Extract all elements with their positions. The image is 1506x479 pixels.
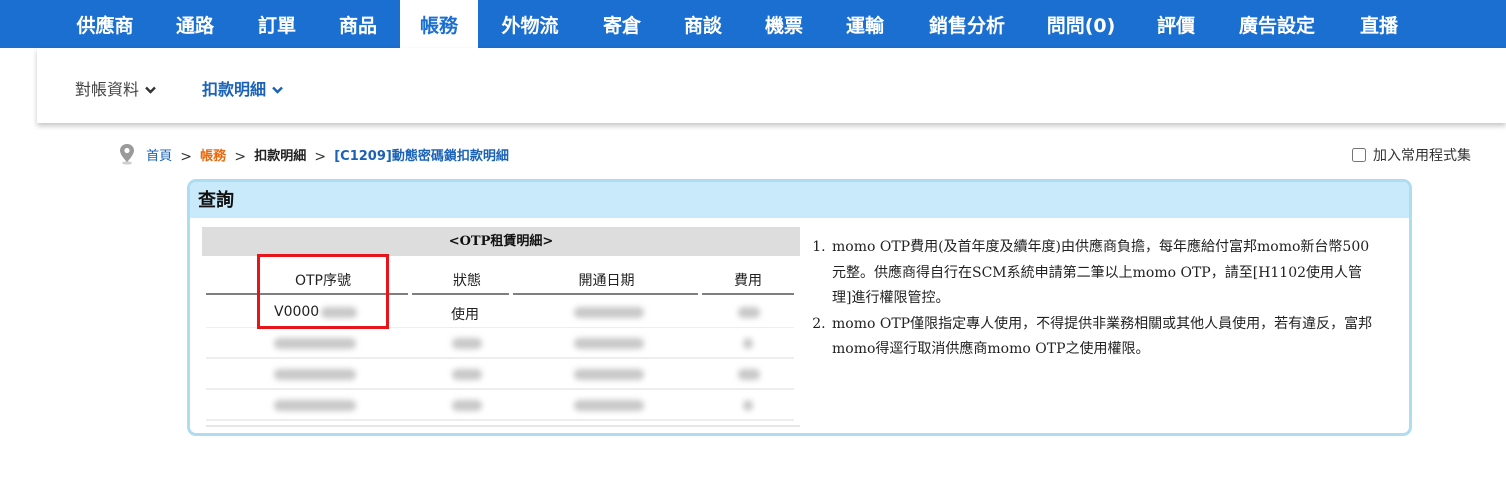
nav-item-reviews[interactable]: 評價 <box>1142 0 1210 48</box>
query-panel: 查詢 <OTP租賃明細> OTP序號 狀態 開通日期 費用 V0000 使用 1… <box>187 179 1412 436</box>
nav-item-logistics[interactable]: 外物流 <box>490 0 570 48</box>
otp-date-cell <box>574 304 644 320</box>
breadcrumb-home[interactable]: 首頁 <box>146 145 172 164</box>
note-item: momo OTP費用(及首年度及續年度)由供應商負擔，每年應給付富邦momo新台… <box>830 235 1374 312</box>
breadcrumb-separator: > <box>180 149 193 165</box>
favorite-label: 加入常用程式集 <box>1373 148 1471 164</box>
nav-item-sales-analysis[interactable]: 銷售分析 <box>914 0 1020 48</box>
nav-item-orders[interactable]: 訂單 <box>243 0 311 48</box>
otp-serial: V0000 <box>274 304 320 320</box>
nav-item-accounting[interactable]: 帳務 <box>400 0 478 48</box>
breadcrumb-separator: > <box>314 149 327 165</box>
redacted-value <box>574 306 644 318</box>
nav-item-supplier[interactable]: 供應商 <box>62 0 148 48</box>
otp-fee-cell <box>738 304 760 320</box>
otp-table: <OTP租賃明細> OTP序號 狀態 開通日期 費用 V0000 使用 <box>202 227 800 427</box>
nav-item-ad-settings[interactable]: 廣告設定 <box>1224 0 1330 48</box>
nav-item-tickets[interactable]: 機票 <box>750 0 818 48</box>
top-nav: 供應商 通路 訂單 商品 帳務 外物流 寄倉 商談 機票 運輸 銷售分析 問問(… <box>0 0 1506 48</box>
nav-item-transport[interactable]: 運輸 <box>831 0 899 48</box>
add-favorite[interactable]: 加入常用程式集 <box>1352 145 1471 165</box>
redacted-value <box>738 306 760 318</box>
nav-item-warehouse[interactable]: 寄倉 <box>588 0 656 48</box>
table-row: V0000 使用 <box>202 296 800 327</box>
nav-item-questions[interactable]: 問問(0) <box>1036 0 1126 48</box>
nav-item-negotiation[interactable]: 商談 <box>669 0 737 48</box>
location-pin-icon <box>119 143 135 165</box>
breadcrumb-sub[interactable]: 扣款明細 <box>254 145 306 164</box>
table-header: OTP序號 狀態 開通日期 費用 <box>202 256 800 296</box>
breadcrumb-page: [C1209]動態密碼鎖扣款明細 <box>334 148 509 164</box>
nav-item-products[interactable]: 商品 <box>324 0 392 48</box>
chevron-down-icon <box>145 79 156 98</box>
subnav-item-deductions[interactable]: 扣款明細 <box>202 76 283 100</box>
otp-serial-cell: V0000 <box>274 304 358 320</box>
panel-title: 查詢 <box>190 182 1409 218</box>
sub-nav: 對帳資料 扣款明細 <box>37 48 1506 123</box>
breadcrumb-separator: > <box>234 149 247 165</box>
subnav-item-label: 對帳資料 <box>75 80 140 99</box>
subnav-item-reconciliation[interactable]: 對帳資料 <box>75 76 156 100</box>
column-header-serial: OTP序號 <box>294 273 351 289</box>
subnav-item-label: 扣款明細 <box>202 80 267 99</box>
table-caption: <OTP租賃明細> <box>202 227 800 256</box>
favorite-checkbox[interactable] <box>1352 148 1366 162</box>
nav-item-channel[interactable]: 通路 <box>161 0 229 48</box>
notes-list: momo OTP費用(及首年度及續年度)由供應商負擔，每年應給付富邦momo新台… <box>814 235 1374 363</box>
row-dividers <box>206 327 800 427</box>
breadcrumb: 首頁 > 帳務 > 扣款明細 > [C1209]動態密碼鎖扣款明細 <box>119 143 509 167</box>
nav-item-live[interactable]: 直播 <box>1345 0 1413 48</box>
column-header-fee: 費用 <box>734 273 762 289</box>
otp-status-cell: 使用 <box>451 307 479 323</box>
column-header-status: 狀態 <box>453 273 481 289</box>
chevron-down-icon <box>272 79 283 98</box>
redacted-value <box>321 306 358 318</box>
breadcrumb-section[interactable]: 帳務 <box>200 145 226 164</box>
column-header-date: 開通日期 <box>578 273 635 289</box>
note-item: momo OTP僅限指定專人使用，不得提供非業務相關或其他人員使用，若有違反，富… <box>830 312 1374 363</box>
